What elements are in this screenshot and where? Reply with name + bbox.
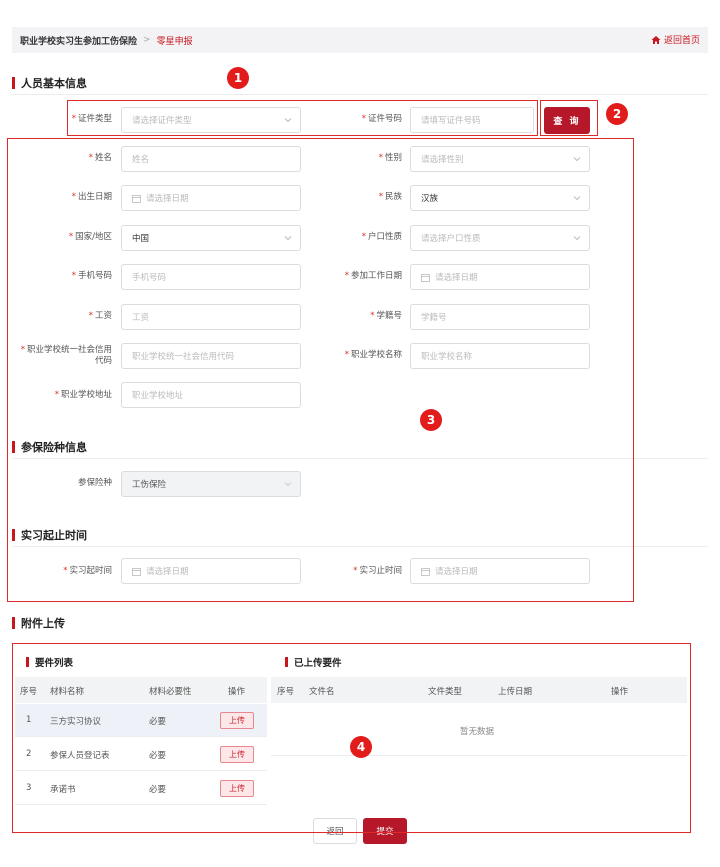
annotation-badge-3: 3 bbox=[420, 409, 442, 431]
breadcrumb-separator: > bbox=[143, 35, 151, 45]
annotation-box-4 bbox=[12, 643, 691, 833]
home-icon bbox=[651, 35, 661, 44]
breadcrumb-bar: 职业学校实习生参加工伤保险 > 零星申报 返回首页 bbox=[12, 27, 708, 53]
section-title-basic-text: 人员基本信息 bbox=[21, 77, 87, 90]
section-marker bbox=[12, 77, 15, 89]
breadcrumb-parent[interactable]: 职业学校实习生参加工伤保险 bbox=[20, 34, 137, 47]
annotation-box-2 bbox=[540, 100, 598, 136]
home-link-label: 返回首页 bbox=[663, 36, 700, 46]
home-link[interactable]: 返回首页 bbox=[651, 33, 700, 46]
annotation-badge-1: 1 bbox=[227, 67, 249, 89]
section-divider bbox=[12, 94, 708, 95]
section-marker bbox=[12, 617, 15, 629]
section-title-attachment: 附件上传 bbox=[12, 615, 65, 631]
annotation-badge-4: 4 bbox=[350, 736, 372, 758]
section-title-basic: 人员基本信息 bbox=[12, 75, 87, 91]
breadcrumb-current: 零星申报 bbox=[156, 36, 193, 47]
annotation-box-1 bbox=[67, 100, 538, 136]
section-title-attachment-text: 附件上传 bbox=[21, 617, 65, 630]
annotation-badge-2: 2 bbox=[606, 103, 628, 125]
annotation-box-3 bbox=[7, 138, 634, 602]
